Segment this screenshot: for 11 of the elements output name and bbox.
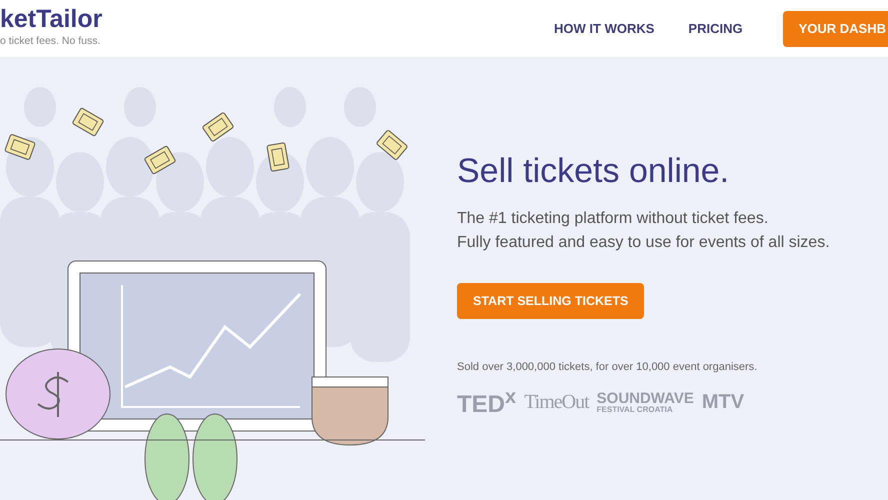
nav-link[interactable]: HOW IT WORKS bbox=[554, 21, 654, 36]
tagline: o ticket fees. No fuss. bbox=[0, 34, 102, 46]
stats-text: Sold over 3,000,000 tickets, for over 10,000 event organisers. bbox=[457, 361, 758, 373]
timeout-logo: TimeOut bbox=[524, 392, 589, 412]
ted-logo: TED$^{x}$ bbox=[457, 387, 516, 417]
hero-title: Sell tickets online. bbox=[457, 152, 730, 191]
soundwave-logo: SOUNDWAVE FESTIVAL CROATIA bbox=[596, 390, 694, 414]
nav-link[interactable]: PRICING bbox=[688, 21, 743, 36]
brand-logo[interactable]: ketTailor bbox=[0, 6, 102, 32]
hero-subtitle: The #1 ticketing platform without ticket fees. Fully featured and easy to use for events of all sizes. bbox=[457, 209, 830, 253]
mtv-logo: MTV bbox=[702, 392, 744, 412]
